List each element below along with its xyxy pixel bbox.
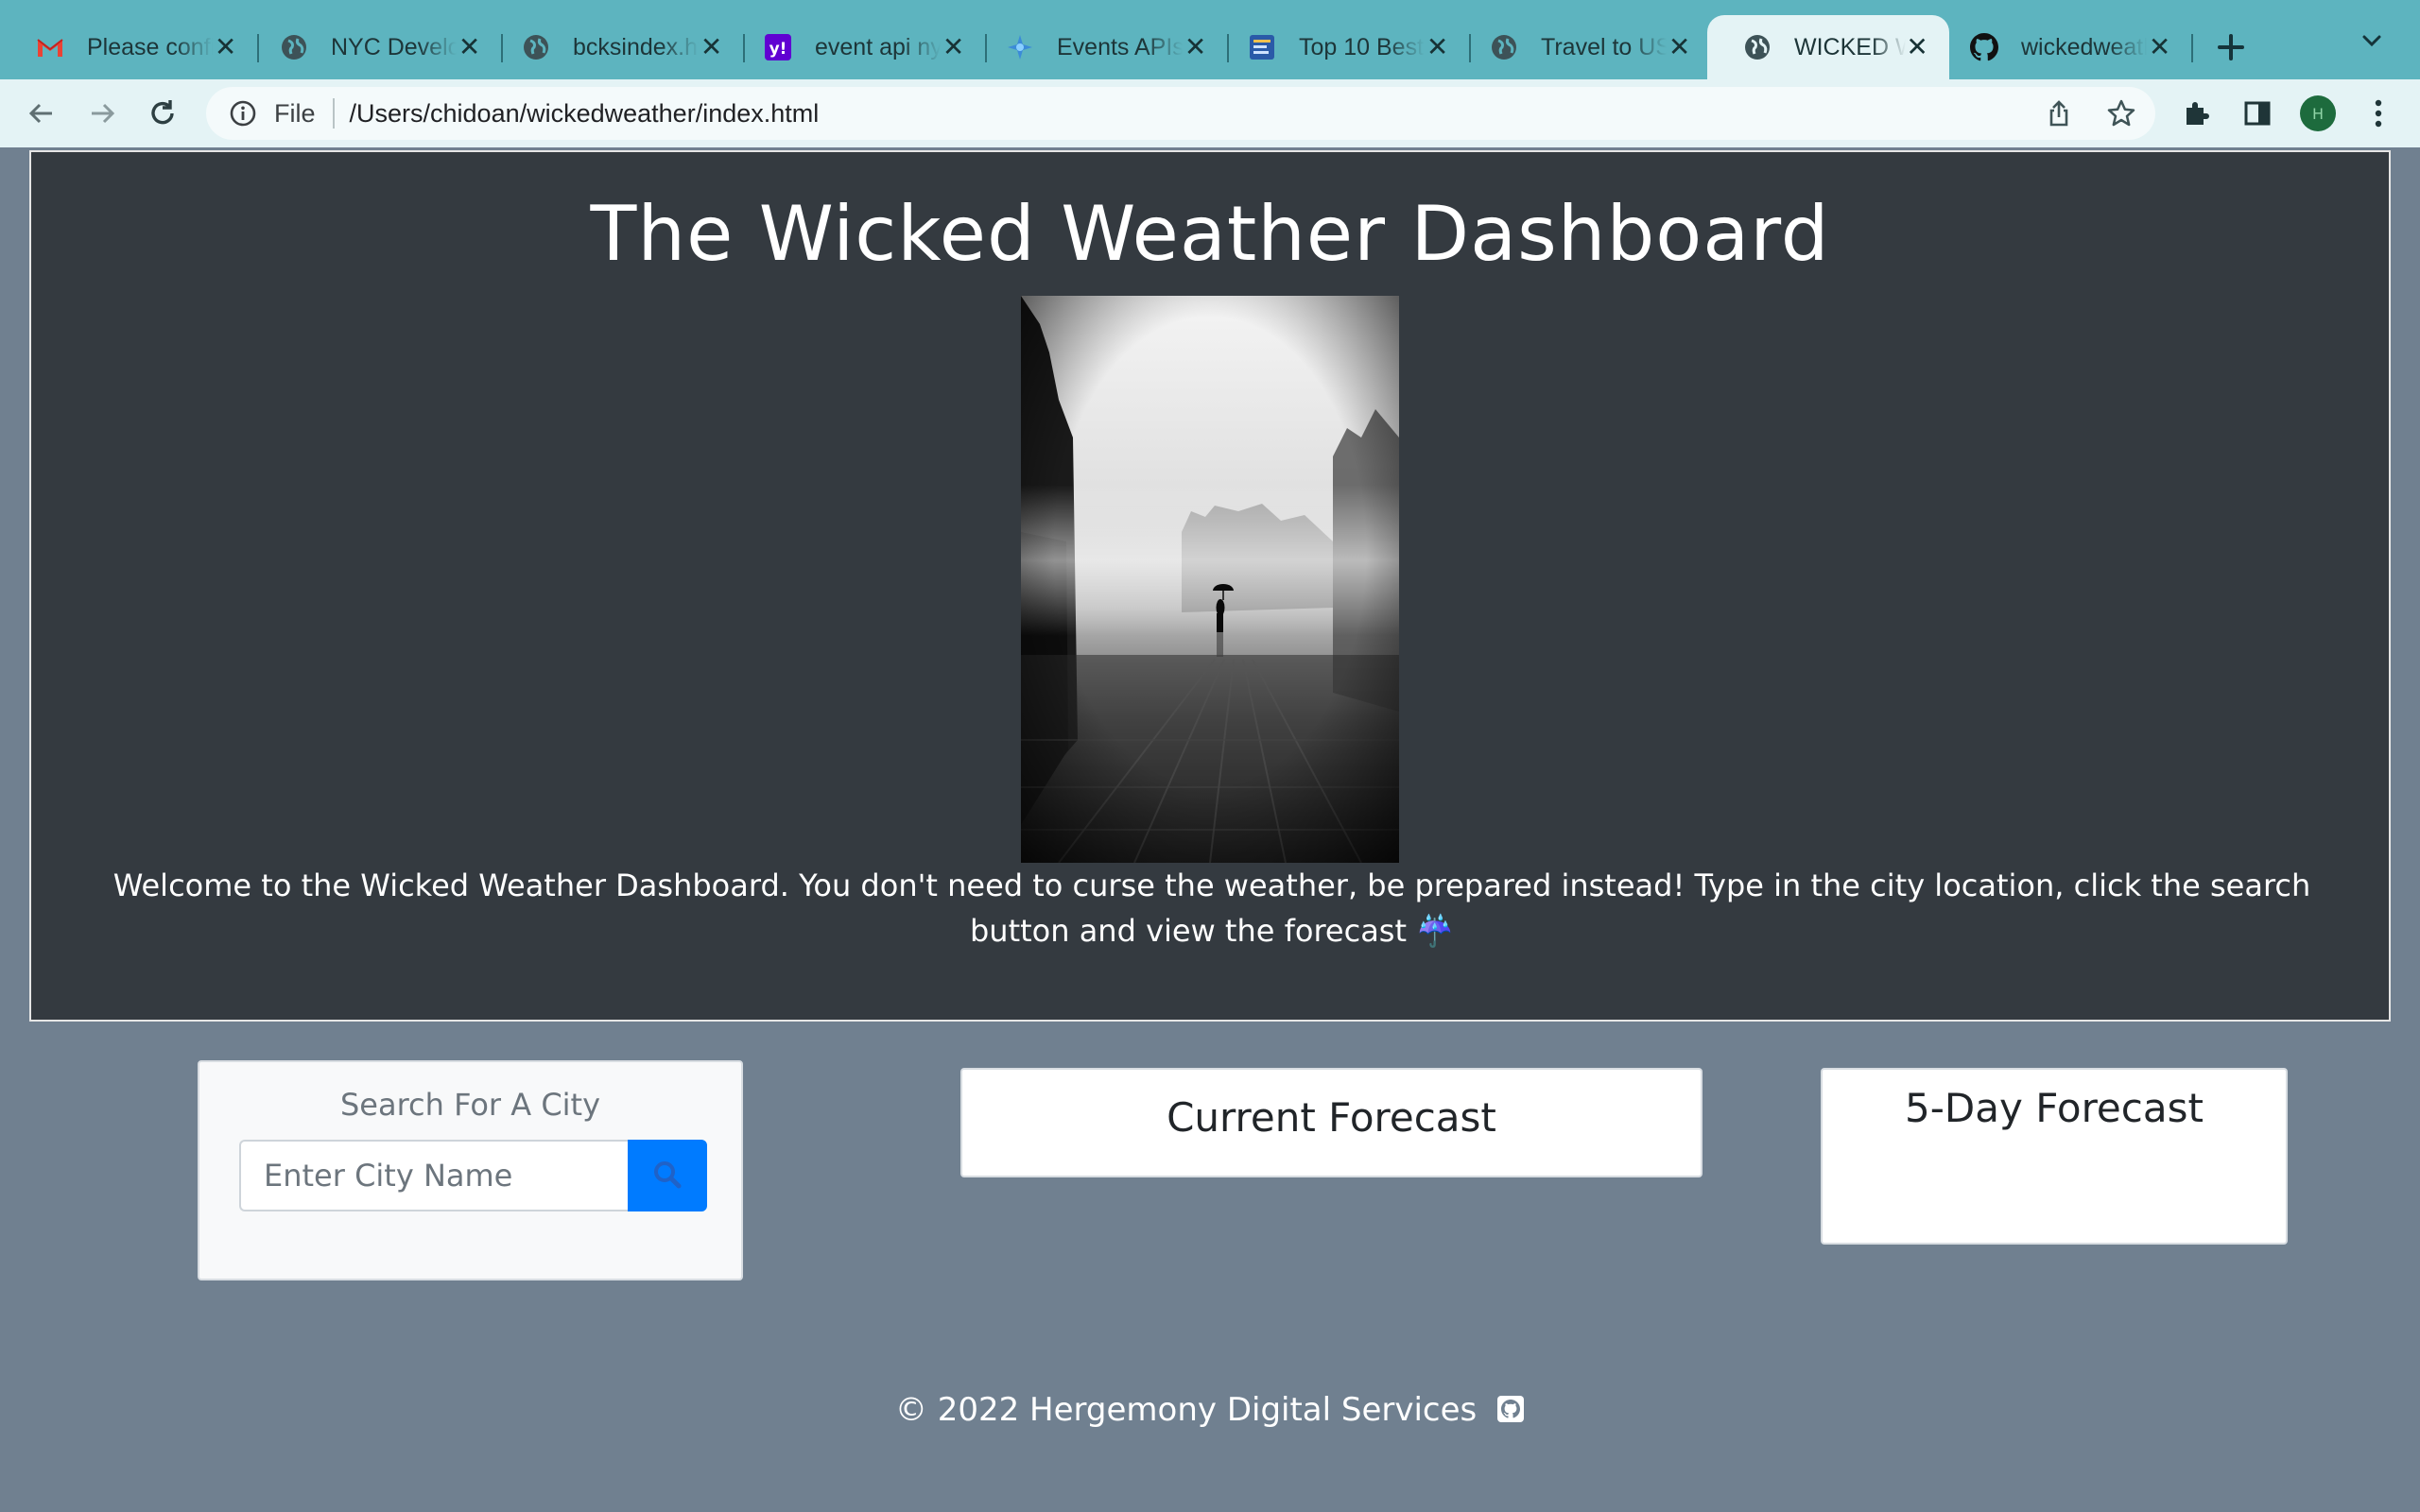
forward-arrow-icon[interactable] [81, 93, 123, 134]
svg-text:y!: y! [769, 40, 787, 59]
browser-tab[interactable]: y! event api nyc ✕ [728, 15, 987, 79]
address-url[interactable]: /Users/chidoan/wickedweather/index.html [350, 99, 820, 129]
browser-tab[interactable]: Top 10 Best ✕ [1212, 15, 1471, 79]
yahoo-icon: y! [764, 33, 792, 61]
hero-image [1021, 296, 1399, 863]
browser-toolbar: File /Users/chidoan/wickedweather/index.… [0, 79, 2420, 147]
kebab-menu-icon[interactable] [2360, 94, 2397, 132]
tab-title: event api nyc [815, 33, 942, 60]
globe-icon [1743, 33, 1772, 61]
search-title: Search For A City [339, 1087, 601, 1123]
close-tab-icon[interactable]: ✕ [213, 34, 238, 60]
globe-icon [280, 33, 308, 61]
close-tab-icon[interactable]: ✕ [2147, 34, 2172, 60]
footer: © 2022 Hergemony Digital Services [0, 1391, 2420, 1429]
search-button[interactable] [628, 1140, 707, 1211]
tab-title: NYC Developers [331, 33, 458, 60]
github-icon[interactable] [1496, 1395, 1525, 1423]
browser-tab[interactable]: Travel to US ✕ [1454, 15, 1713, 79]
tab-title: Events APIs [1057, 33, 1184, 60]
page-title: The Wicked Weather Dashboard [590, 190, 1830, 278]
close-tab-icon[interactable]: ✕ [1183, 34, 1208, 60]
close-tab-icon[interactable]: ✕ [941, 34, 966, 60]
tab-search-chevron-icon[interactable] [2360, 28, 2384, 60]
tab-title: Top 10 Best [1299, 33, 1425, 60]
gmail-icon [36, 33, 64, 61]
close-tab-icon[interactable]: ✕ [699, 34, 724, 60]
tab-title: wickedweather [2021, 33, 2147, 60]
tab-separator [2191, 34, 2193, 62]
browser-tab[interactable]: NYC Developers ✕ [244, 15, 503, 79]
share-icon[interactable] [2042, 96, 2076, 130]
globe-icon [1490, 33, 1518, 61]
browser-tab[interactable]: bcksindex.html ✕ [486, 15, 745, 79]
globe-icon [522, 33, 550, 61]
tab-title: WICKED Weather [1794, 33, 1906, 60]
address-actions [2042, 96, 2138, 130]
browser-tab-active[interactable]: WICKED Weather ✕ [1707, 15, 1949, 79]
tab-title: bcksindex.html [573, 33, 699, 60]
browser-tab[interactable]: Please confirm ✕ [0, 15, 259, 79]
footer-text: © 2022 Hergemony Digital Services [894, 1391, 1478, 1429]
welcome-text: Welcome to the Wicked Weather Dashboard.… [112, 868, 2311, 949]
current-forecast-title: Current Forecast [1167, 1094, 1496, 1141]
five-day-forecast-title: 5-Day Forecast [1905, 1085, 2204, 1131]
current-forecast-card: Current Forecast [960, 1068, 1703, 1177]
bookmark-star-icon[interactable] [2104, 96, 2138, 130]
reload-icon[interactable] [142, 93, 183, 134]
search-icon [651, 1159, 683, 1194]
search-card: Search For A City [198, 1060, 743, 1280]
address-divider [332, 98, 335, 129]
browser-tab[interactable]: wickedweather ✕ [1934, 15, 2193, 79]
tab-title: Please confirm [87, 33, 213, 60]
hero-banner: The Wicked Weather Dashboard Welcome to … [29, 150, 2391, 1022]
back-arrow-icon[interactable] [21, 93, 62, 134]
browser-tab[interactable]: Events APIs ✕ [970, 15, 1229, 79]
site-logo-icon [1248, 33, 1276, 61]
info-icon[interactable] [229, 99, 257, 128]
extensions-puzzle-icon[interactable] [2178, 94, 2216, 132]
profile-initial: H [2300, 95, 2336, 131]
new-tab-plus-icon[interactable] [2212, 28, 2250, 73]
five-day-forecast-card: 5-Day Forecast [1821, 1068, 2288, 1245]
scheme-label: File [274, 98, 316, 128]
address-bar[interactable]: File /Users/chidoan/wickedweather/index.… [206, 87, 2155, 140]
profile-avatar[interactable]: H [2299, 94, 2337, 132]
sparkle-icon [1006, 33, 1034, 61]
close-tab-icon[interactable]: ✕ [1667, 34, 1692, 60]
close-tab-icon[interactable]: ✕ [1425, 34, 1450, 60]
tab-title: Travel to US [1541, 33, 1668, 60]
city-search-input[interactable] [239, 1140, 628, 1211]
github-icon [1970, 33, 1998, 61]
tab-strip: Please confirm ✕ NYC Developers ✕ bcksin… [0, 0, 2420, 79]
close-tab-icon[interactable]: ✕ [457, 34, 482, 60]
side-panel-icon[interactable] [2238, 94, 2276, 132]
close-tab-icon[interactable]: ✕ [1906, 34, 1928, 60]
